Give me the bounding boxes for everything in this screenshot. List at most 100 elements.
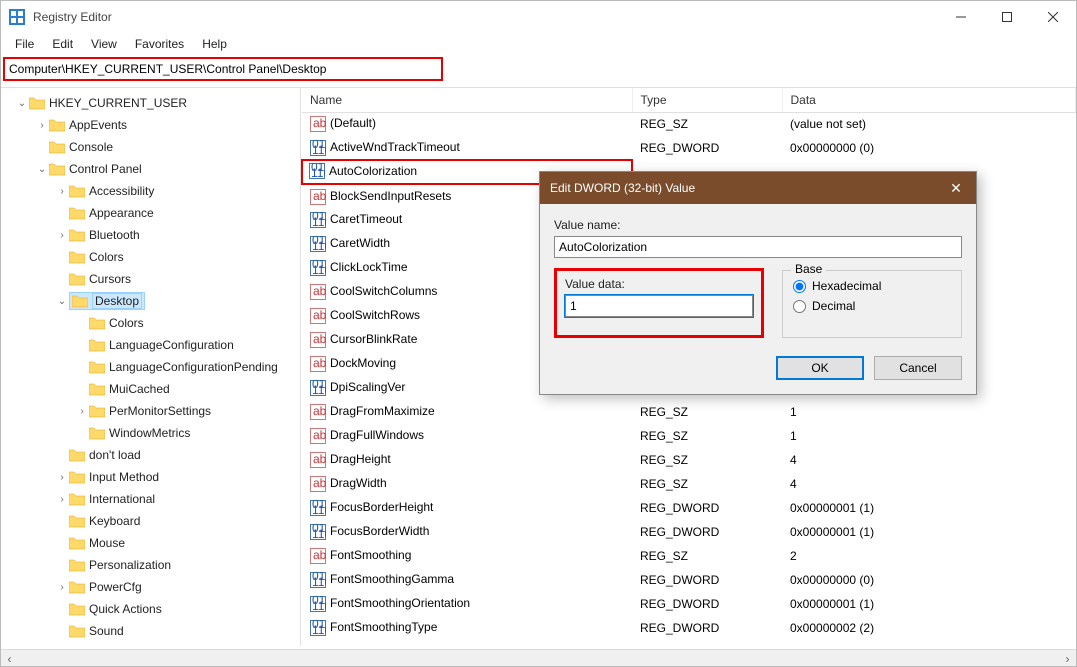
radio-dec-input[interactable] xyxy=(793,300,806,313)
tree-item-accessibility[interactable]: Accessibility xyxy=(1,180,300,202)
radio-hex[interactable]: Hexadecimal xyxy=(793,279,951,293)
menu-edit[interactable]: Edit xyxy=(44,35,81,53)
svg-text:110: 110 xyxy=(312,503,326,516)
value-row[interactable]: abDragFullWindowsREG_SZ1 xyxy=(302,424,1076,448)
tree-item-input-method[interactable]: Input Method xyxy=(1,466,300,488)
tree-item-mouse[interactable]: Mouse xyxy=(1,532,300,554)
value-row[interactable]: 011110FocusBorderHeightREG_DWORD0x000000… xyxy=(302,496,1076,520)
tree-item-label: Appearance xyxy=(89,206,154,220)
value-row[interactable]: abDragFromMaximizeREG_SZ1 xyxy=(302,400,1076,424)
tree-item-label: Keyboard xyxy=(89,514,140,528)
tree-item-label: don't load xyxy=(89,448,141,462)
value-name-input[interactable] xyxy=(554,236,962,258)
tree-item-bluetooth[interactable]: Bluetooth xyxy=(1,224,300,246)
tree-item-colors[interactable]: Colors xyxy=(1,246,300,268)
value-row[interactable]: abFontSmoothingREG_SZ2 xyxy=(302,544,1076,568)
horizontal-scrollbar[interactable]: ‹ › xyxy=(1,649,1076,666)
chevron-icon[interactable] xyxy=(55,470,69,484)
tree-item-don-t-load[interactable]: don't load xyxy=(1,444,300,466)
tree-item-windowmetrics[interactable]: WindowMetrics xyxy=(1,422,300,444)
svg-text:110: 110 xyxy=(312,527,326,540)
address-input[interactable] xyxy=(9,62,437,76)
svg-text:ab: ab xyxy=(313,189,326,203)
close-button[interactable] xyxy=(1030,1,1076,33)
tree-item-label: LanguageConfigurationPending xyxy=(109,360,278,374)
tree-item-cursors[interactable]: Cursors xyxy=(1,268,300,290)
address-bar xyxy=(3,57,443,81)
svg-text:110: 110 xyxy=(312,623,326,636)
tree-item-label: MuiCached xyxy=(109,382,170,396)
tree-item-label: Control Panel xyxy=(69,162,142,176)
minimize-button[interactable] xyxy=(938,1,984,33)
window-title: Registry Editor xyxy=(33,10,938,24)
tree-item-keyboard[interactable]: Keyboard xyxy=(1,510,300,532)
chevron-icon[interactable] xyxy=(55,580,69,594)
col-name[interactable]: Name xyxy=(302,88,632,112)
svg-text:ab: ab xyxy=(313,452,326,466)
maximize-button[interactable] xyxy=(984,1,1030,33)
tree-item-appearance[interactable]: Appearance xyxy=(1,202,300,224)
tree-item-quick-actions[interactable]: Quick Actions xyxy=(1,598,300,620)
tree-item-control-panel[interactable]: Control Panel xyxy=(1,158,300,180)
svg-text:ab: ab xyxy=(313,116,326,130)
edit-dword-dialog: Edit DWORD (32-bit) Value ✕ Value name: … xyxy=(539,171,977,395)
value-row[interactable]: 011110FocusBorderWidthREG_DWORD0x0000000… xyxy=(302,520,1076,544)
chevron-icon[interactable] xyxy=(75,404,89,418)
chevron-icon[interactable] xyxy=(35,118,49,132)
dialog-close-icon[interactable]: ✕ xyxy=(946,180,966,197)
radio-hex-input[interactable] xyxy=(793,280,806,293)
tree-item-powercfg[interactable]: PowerCfg xyxy=(1,576,300,598)
value-row[interactable]: 011110FontSmoothingTypeREG_DWORD0x000000… xyxy=(302,616,1076,640)
menu-file[interactable]: File xyxy=(7,35,42,53)
chevron-icon[interactable] xyxy=(55,228,69,242)
tree-item-hkey-current-user[interactable]: HKEY_CURRENT_USER xyxy=(1,92,300,114)
tree-item-colors[interactable]: Colors xyxy=(1,312,300,334)
chevron-icon[interactable] xyxy=(35,162,49,176)
menu-favorites[interactable]: Favorites xyxy=(127,35,192,53)
tree-item-label: WindowMetrics xyxy=(109,426,190,440)
tree-item-desktop[interactable]: Desktop xyxy=(1,290,300,312)
value-row[interactable]: 011110FontSmoothingOrientationREG_DWORD0… xyxy=(302,592,1076,616)
chevron-icon[interactable] xyxy=(55,184,69,198)
value-row[interactable]: ab(Default)REG_SZ(value not set) xyxy=(302,112,1076,136)
tree-item-sound[interactable]: Sound xyxy=(1,620,300,642)
tree-view[interactable]: HKEY_CURRENT_USERAppEventsConsole Control… xyxy=(1,88,301,646)
col-type[interactable]: Type xyxy=(632,88,782,112)
value-row[interactable]: 011110ActiveWndTrackTimeoutREG_DWORD0x00… xyxy=(302,136,1076,160)
tree-item-label: Input Method xyxy=(89,470,159,484)
tree-item-label: PowerCfg xyxy=(89,580,142,594)
value-row[interactable]: abDragHeightREG_SZ4 xyxy=(302,448,1076,472)
svg-text:ab: ab xyxy=(313,284,326,298)
tree-item-muicached[interactable]: MuiCached xyxy=(1,378,300,400)
value-data-label: Value data: xyxy=(565,277,753,291)
tree-item-languageconfigurationpending[interactable]: LanguageConfigurationPending xyxy=(1,356,300,378)
tree-item-languageconfiguration[interactable]: LanguageConfiguration xyxy=(1,334,300,356)
menu-bar: File Edit View Favorites Help xyxy=(1,33,1076,55)
menu-help[interactable]: Help xyxy=(194,35,235,53)
tree-item-appevents[interactable]: AppEvents xyxy=(1,114,300,136)
svg-text:110: 110 xyxy=(312,215,326,228)
tree-item-personalization[interactable]: Personalization xyxy=(1,554,300,576)
chevron-icon[interactable] xyxy=(55,492,69,506)
scroll-left-icon[interactable]: ‹ xyxy=(1,650,18,667)
tree-item-label: Quick Actions xyxy=(89,602,162,616)
chevron-icon[interactable] xyxy=(55,294,69,308)
chevron-icon[interactable] xyxy=(15,96,29,110)
svg-text:110: 110 xyxy=(312,239,326,252)
ok-button[interactable]: OK xyxy=(776,356,864,380)
value-data-input[interactable] xyxy=(565,295,753,317)
scroll-right-icon[interactable]: › xyxy=(1059,650,1076,667)
svg-text:ab: ab xyxy=(313,356,326,370)
tree-item-international[interactable]: International xyxy=(1,488,300,510)
tree-item-label: Accessibility xyxy=(89,184,154,198)
tree-item-permonitorsettings[interactable]: PerMonitorSettings xyxy=(1,400,300,422)
cancel-button[interactable]: Cancel xyxy=(874,356,962,380)
value-row[interactable]: 011110FontSmoothingGammaREG_DWORD0x00000… xyxy=(302,568,1076,592)
value-row[interactable]: abDragWidthREG_SZ4 xyxy=(302,472,1076,496)
radio-dec[interactable]: Decimal xyxy=(793,299,951,313)
tree-item-console[interactable]: Console xyxy=(1,136,300,158)
dialog-titlebar[interactable]: Edit DWORD (32-bit) Value ✕ xyxy=(540,172,976,204)
col-data[interactable]: Data xyxy=(782,88,1076,112)
tree-item-label: Colors xyxy=(109,316,144,330)
menu-view[interactable]: View xyxy=(83,35,125,53)
